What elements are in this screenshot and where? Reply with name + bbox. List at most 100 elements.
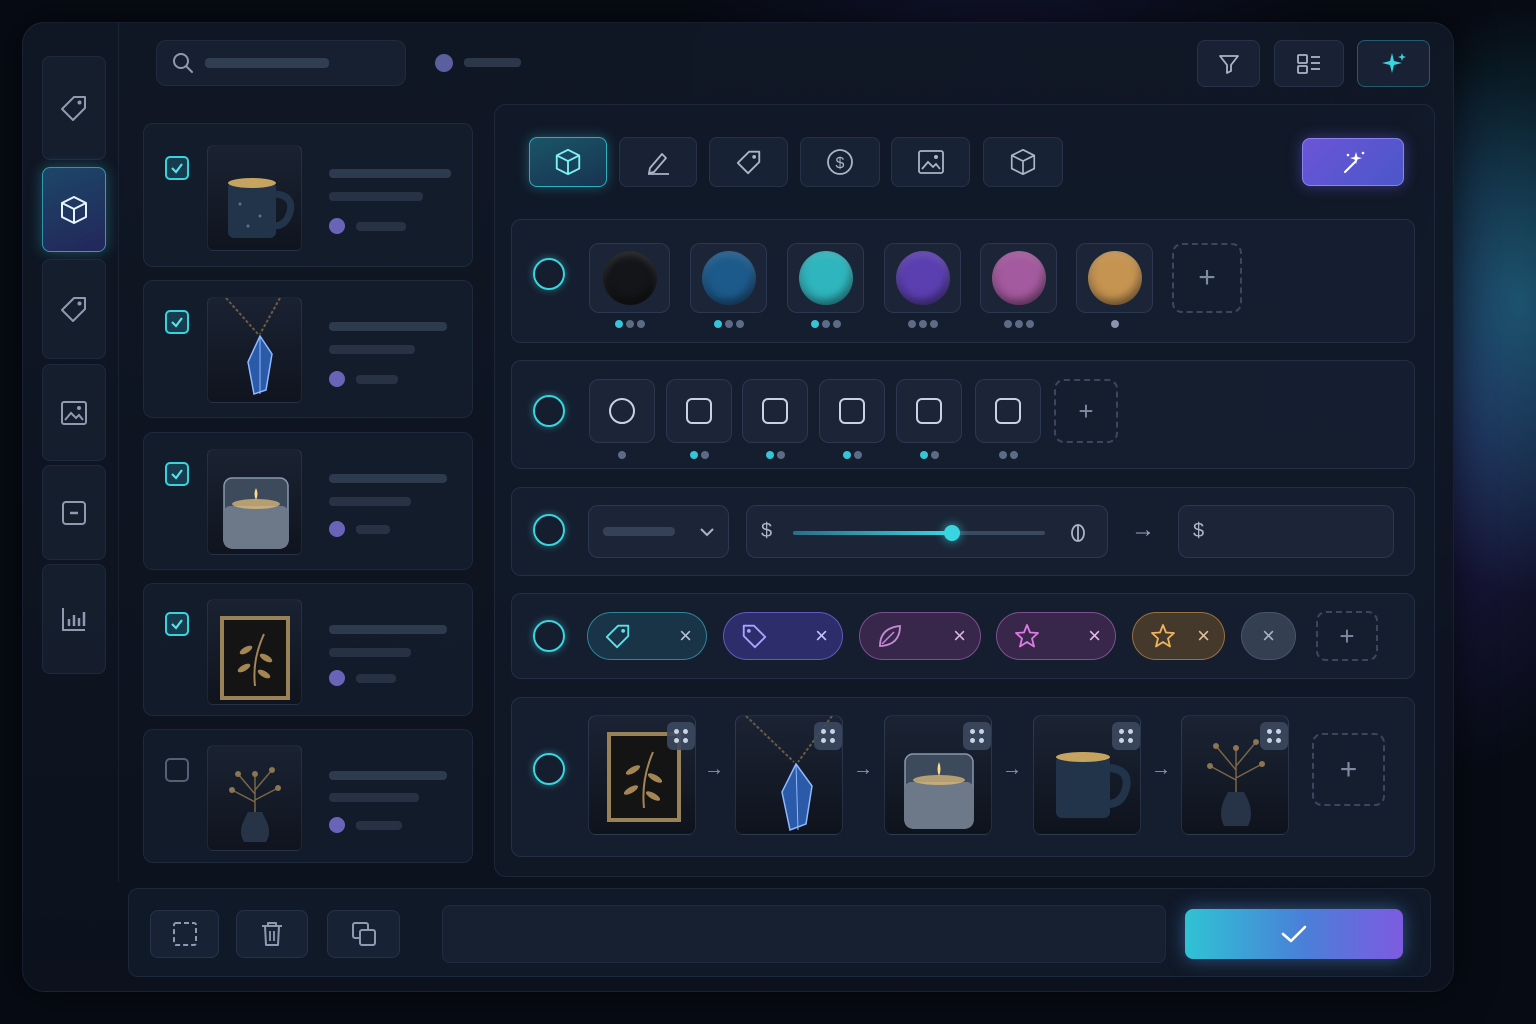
tab-3d[interactable] bbox=[983, 137, 1063, 187]
color-swatch-tile[interactable] bbox=[980, 243, 1057, 313]
price-output-field[interactable]: $ bbox=[1178, 505, 1394, 558]
price-range-control[interactable]: $ bbox=[746, 505, 1108, 558]
product-checkbox[interactable] bbox=[165, 758, 189, 782]
color-swatch bbox=[798, 251, 853, 305]
tag-row-radio[interactable] bbox=[533, 620, 565, 652]
sequence-image-vase[interactable] bbox=[1181, 715, 1289, 835]
product-card[interactable] bbox=[143, 583, 473, 716]
sidebar-item-media[interactable] bbox=[42, 364, 106, 461]
filter-button[interactable] bbox=[1197, 40, 1260, 87]
remove-tag-icon[interactable]: × bbox=[679, 625, 692, 647]
duplicate-button[interactable] bbox=[327, 910, 400, 958]
sidebar-item-collapse[interactable] bbox=[42, 465, 106, 560]
product-card[interactable] bbox=[143, 432, 473, 570]
shape-option-tile[interactable] bbox=[589, 379, 655, 443]
sequence-image-frame[interactable] bbox=[588, 715, 696, 835]
drag-handle-icon[interactable] bbox=[667, 722, 695, 750]
confirm-button[interactable] bbox=[1185, 909, 1403, 959]
add-shape-button[interactable]: + bbox=[1054, 379, 1118, 443]
tag-chip[interactable]: × bbox=[587, 612, 707, 660]
tag-chip[interactable]: × bbox=[723, 612, 843, 660]
price-mode-dropdown[interactable] bbox=[588, 505, 729, 558]
shape-variant-dots bbox=[975, 451, 1041, 459]
remove-tag-icon[interactable]: × bbox=[953, 625, 966, 647]
add-tag-label: + bbox=[1339, 620, 1355, 651]
ai-assist-button[interactable] bbox=[1357, 40, 1430, 87]
color-swatch bbox=[991, 251, 1046, 305]
sequence-image-necklace[interactable] bbox=[735, 715, 843, 835]
remove-tag-icon[interactable]: × bbox=[1197, 625, 1210, 647]
color-swatch-tile[interactable] bbox=[690, 243, 767, 313]
product-checkbox[interactable] bbox=[165, 462, 189, 486]
shape-option-tile[interactable] bbox=[742, 379, 808, 443]
drag-handle-icon[interactable] bbox=[1260, 722, 1288, 750]
add-sequence-label: + bbox=[1339, 752, 1358, 786]
shape-option-tile[interactable] bbox=[666, 379, 732, 443]
tab-media[interactable] bbox=[891, 137, 970, 187]
shape-option-tile[interactable] bbox=[819, 379, 885, 443]
dropdown-value-bar bbox=[603, 527, 675, 536]
sequence-row-radio[interactable] bbox=[533, 753, 565, 785]
price-slider-handle[interactable] bbox=[943, 525, 960, 541]
product-checkbox[interactable] bbox=[165, 310, 189, 334]
filter-icon bbox=[1218, 54, 1239, 74]
tag-icon bbox=[736, 150, 760, 175]
remove-tag-icon[interactable]: × bbox=[1088, 625, 1101, 647]
sidebar-item-products[interactable] bbox=[42, 167, 106, 252]
color-swatch-tile[interactable] bbox=[589, 243, 670, 313]
sequence-image-candle[interactable] bbox=[884, 715, 992, 835]
tab-product[interactable] bbox=[529, 137, 607, 187]
tag-chip[interactable]: × bbox=[859, 612, 981, 660]
color-swatch-tile[interactable] bbox=[884, 243, 961, 313]
shape-variant-dots bbox=[666, 451, 732, 459]
price-row-radio[interactable] bbox=[533, 514, 565, 546]
product-checkbox[interactable] bbox=[165, 156, 189, 180]
tab-edit[interactable] bbox=[619, 137, 697, 187]
color-swatch bbox=[701, 251, 756, 305]
add-tag-button[interactable]: + bbox=[1316, 611, 1378, 661]
select-icon bbox=[172, 922, 197, 946]
check-icon bbox=[171, 163, 183, 174]
shape-option-tile[interactable] bbox=[896, 379, 962, 443]
drag-handle-icon[interactable] bbox=[814, 722, 842, 750]
status-label-bar bbox=[464, 58, 521, 67]
add-sequence-image-button[interactable]: + bbox=[1312, 733, 1385, 806]
tag-icon bbox=[605, 624, 630, 649]
sidebar-item-analytics[interactable] bbox=[42, 564, 106, 674]
rounded-square-shape-icon bbox=[839, 398, 865, 424]
layout-grid-icon bbox=[1297, 53, 1320, 74]
tag-chip[interactable]: × bbox=[1132, 612, 1225, 660]
shape-row-radio[interactable] bbox=[533, 395, 565, 427]
color-swatch-tile[interactable] bbox=[787, 243, 864, 313]
product-card[interactable] bbox=[143, 729, 473, 863]
sidebar-item-tags[interactable] bbox=[42, 56, 106, 160]
price-slider-track[interactable] bbox=[793, 525, 1045, 541]
search-input[interactable] bbox=[203, 53, 393, 75]
product-status-bar bbox=[356, 222, 406, 231]
color-row-radio[interactable] bbox=[533, 258, 565, 290]
product-status-dot bbox=[329, 218, 345, 234]
remove-tag-icon[interactable]: × bbox=[815, 625, 828, 647]
tag-chip[interactable]: × bbox=[996, 612, 1116, 660]
add-color-button[interactable]: + bbox=[1172, 243, 1242, 313]
product-checkbox[interactable] bbox=[165, 612, 189, 636]
drag-handle-icon[interactable] bbox=[963, 722, 991, 750]
search-bar[interactable] bbox=[156, 40, 406, 86]
tab-pricing[interactable]: $ bbox=[800, 137, 880, 187]
layout-button[interactable] bbox=[1274, 40, 1344, 87]
product-card[interactable] bbox=[143, 123, 473, 267]
color-swatch-tile[interactable] bbox=[1076, 243, 1153, 313]
shape-option-tile[interactable] bbox=[975, 379, 1041, 443]
clear-tags-button[interactable]: × bbox=[1241, 612, 1296, 660]
color-variant-dots bbox=[884, 320, 961, 328]
drag-handle-icon[interactable] bbox=[1112, 722, 1140, 750]
product-status-dot bbox=[329, 817, 345, 833]
footer-input[interactable] bbox=[442, 905, 1166, 963]
sequence-image-mug[interactable] bbox=[1033, 715, 1141, 835]
sidebar-item-pricing[interactable] bbox=[42, 259, 106, 359]
tab-tags[interactable] bbox=[709, 137, 788, 187]
select-area-button[interactable] bbox=[150, 910, 219, 958]
magic-generate-button[interactable] bbox=[1302, 138, 1404, 186]
product-card[interactable] bbox=[143, 280, 473, 418]
delete-button[interactable] bbox=[236, 910, 308, 958]
